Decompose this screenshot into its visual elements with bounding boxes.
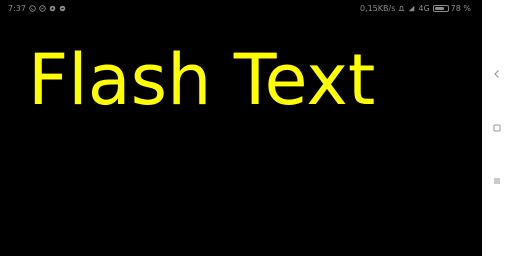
battery-percent: 78 % — [450, 3, 471, 13]
navigation-bar — [482, 0, 512, 256]
home-button[interactable] — [491, 122, 503, 134]
phone-screen: 7:37 0,15KB/s 4G 78 % Flash Text — [0, 0, 512, 256]
battery-indicator: 78 % — [432, 3, 471, 13]
whatsapp-icon — [29, 4, 36, 12]
flash-text-display[interactable]: 7:37 0,15KB/s 4G 78 % Flash Text — [0, 0, 482, 256]
status-right: 0,15KB/s 4G 78 % — [360, 4, 474, 13]
status-left: 7:37 — [8, 4, 66, 13]
battery-fill — [434, 6, 444, 10]
flash-text: Flash Text — [28, 39, 376, 121]
status-bar: 7:37 0,15KB/s 4G 78 % — [0, 0, 482, 16]
sync-icon — [39, 4, 46, 12]
battery-icon — [432, 4, 449, 12]
network-speed: 0,15KB/s — [359, 3, 396, 13]
home-icon — [493, 124, 501, 132]
menu-button[interactable] — [491, 175, 503, 187]
alarm-icon — [398, 5, 405, 12]
network-type: 4G — [418, 3, 430, 13]
signal-icon — [408, 5, 415, 12]
messenger-icon — [59, 5, 66, 12]
status-time: 7:37 — [8, 3, 26, 13]
back-icon — [494, 70, 499, 78]
back-button[interactable] — [491, 68, 503, 80]
location-icon — [49, 5, 56, 12]
menu-icon — [494, 178, 500, 184]
